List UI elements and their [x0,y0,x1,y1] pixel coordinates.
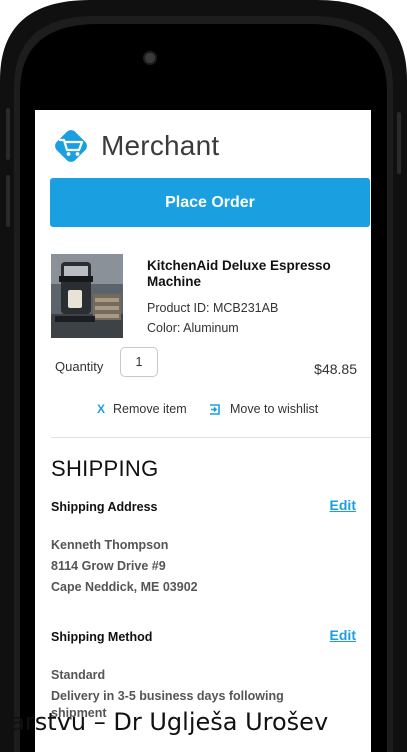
overlay-caption: narstvu – Dr Uglješa Urošev [0,708,329,736]
address-line-street: 8114 Grow Drive #9 [51,559,166,573]
shipping-title: SHIPPING [51,456,159,481]
place-order-button[interactable]: Place Order [50,178,370,227]
shipping-method-desc: Delivery in 3-5 business days following [51,689,284,703]
address-line-city: Cape Neddick, ME 03902 [51,580,198,594]
section-divider [51,437,371,438]
product-image[interactable] [51,254,123,338]
quantity-label: Quantity [55,359,104,374]
shopping-cart-logo-icon [55,130,87,162]
product-id: Product ID: MCB231AB [147,301,279,315]
shipping-method-name: Standard [51,668,106,682]
wishlist-move-icon [210,403,220,415]
remove-item-link[interactable]: X Remove item [97,402,187,416]
brand-header: Merchant [51,126,219,166]
front-camera [145,53,155,63]
product-title[interactable]: KitchenAid Deluxe Espresso Machine [147,258,362,290]
brand-name: Merchant [101,130,220,161]
shipping-address-heading: Shipping Address [51,500,158,514]
remove-item-label: Remove item [113,402,187,416]
product-color: Color: Aluminum [147,321,239,335]
move-to-wishlist-link[interactable]: Move to wishlist [209,402,318,416]
address-line-name: Kenneth Thompson [51,538,169,552]
phone-screen: Merchant Place Order KitchenAid Deluxe E… [35,110,371,752]
quantity-input[interactable]: 1 [120,347,158,377]
wishlist-label: Move to wishlist [230,402,319,416]
edit-method-link[interactable]: Edit [330,627,356,643]
item-price: $48.85 [314,361,357,377]
shipping-method-heading: Shipping Method [51,630,153,644]
edit-address-link[interactable]: Edit [330,497,356,513]
espresso-machine-image [51,254,123,338]
remove-x-icon: X [97,402,106,416]
